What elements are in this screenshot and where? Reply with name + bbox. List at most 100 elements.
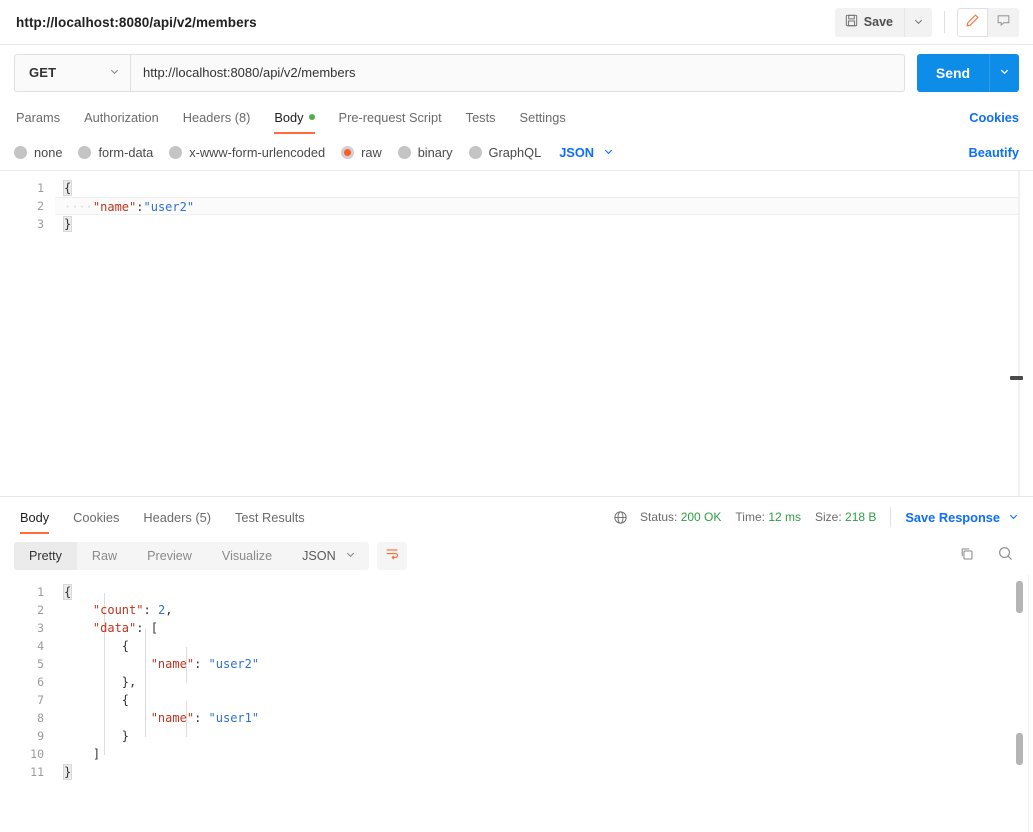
request-body-editor[interactable]: 1 2 3 { ····"name":"user2" }	[0, 170, 1033, 497]
send-button[interactable]: Send	[917, 53, 989, 92]
line-number: 1	[37, 181, 44, 195]
save-response-button[interactable]: Save Response	[905, 510, 1019, 525]
body-type-form-data-label: form-data	[98, 144, 154, 160]
json-colon: :	[194, 657, 202, 671]
response-format-select[interactable]: JSON	[287, 542, 369, 570]
response-tab-cookies[interactable]: Cookies	[61, 497, 131, 537]
response-code-lines[interactable]: { "count": 2, "data": [ { "name": "user2…	[55, 575, 1033, 781]
body-type-binary-label: binary	[417, 144, 453, 160]
postman-request-window: http://localhost:8080/api/v2/members Sav…	[0, 0, 1033, 832]
tab-tests-label: Tests	[465, 109, 496, 125]
body-type-raw[interactable]: raw	[341, 145, 382, 160]
response-format-label: JSON	[302, 549, 336, 563]
body-type-raw-label: raw	[361, 144, 382, 160]
edit-mode-button[interactable]	[957, 7, 988, 37]
save-dropdown-button[interactable]	[904, 7, 932, 37]
json-string-value: "user2"	[208, 657, 260, 671]
request-title: http://localhost:8080/api/v2/members	[16, 14, 257, 30]
time-value: 12 ms	[768, 510, 801, 524]
response-tab-body[interactable]: Body	[14, 497, 61, 537]
response-view-visualize[interactable]: Visualize	[207, 542, 287, 570]
body-type-none[interactable]: none	[14, 145, 62, 160]
request-code-lines[interactable]: { ····"name":"user2" }	[55, 171, 1033, 233]
body-type-row: none form-data x-www-form-urlencoded raw…	[0, 134, 1033, 170]
http-method-label: GET	[29, 65, 57, 80]
response-tab-headers[interactable]: Headers (5)	[131, 497, 223, 537]
status-label: Status:	[640, 510, 678, 524]
request-line-number-gutter: 1 2 3	[0, 171, 55, 233]
body-type-x-www-form-urlencoded-label: x-www-form-urlencoded	[189, 144, 326, 160]
response-tab-body-label: Body	[20, 509, 50, 525]
code-line: {	[55, 691, 1033, 709]
line-number: 6	[37, 675, 44, 689]
tab-pre-request-script[interactable]: Pre-request Script	[327, 100, 454, 134]
tab-pre-request-script-label: Pre-request Script	[338, 109, 442, 125]
response-body-viewer[interactable]: 1 2 3 4 5 6 7 8 9 10 11 { "count": 2, "d…	[0, 575, 1033, 832]
close-brace: }	[62, 764, 73, 780]
json-comma: ,	[165, 603, 173, 617]
time-badge: Time: 12 ms	[735, 510, 801, 524]
save-button[interactable]: Save	[834, 7, 904, 37]
json-colon: :	[136, 621, 144, 635]
response-view-raw[interactable]: Raw	[77, 542, 132, 570]
response-tab-test-results[interactable]: Test Results	[223, 497, 317, 537]
request-editor-scrollbar-thumb[interactable]	[1010, 376, 1023, 380]
tab-body[interactable]: Body	[262, 100, 326, 134]
response-view-pretty[interactable]: Pretty	[14, 542, 77, 570]
cookies-link[interactable]: Cookies	[969, 100, 1019, 134]
line-number: 5	[37, 657, 44, 671]
response-view-preview[interactable]: Preview	[132, 542, 207, 570]
http-method-select[interactable]: GET	[14, 53, 130, 92]
tab-params[interactable]: Params	[14, 100, 72, 134]
body-format-select[interactable]: JSON	[559, 145, 614, 160]
body-type-binary[interactable]: binary	[397, 144, 453, 160]
tab-headers[interactable]: Headers (8)	[171, 100, 263, 134]
chevron-down-icon	[109, 64, 120, 82]
line-number: 1	[37, 585, 44, 599]
copy-button[interactable]	[959, 546, 975, 567]
body-type-form-data[interactable]: form-data	[78, 145, 153, 160]
radio-selected-icon	[341, 145, 355, 159]
response-scrollbar-thumb-bottom[interactable]	[1016, 733, 1023, 765]
meta-divider	[890, 507, 892, 527]
line-number: 2	[37, 199, 44, 213]
response-meta: Status: 200 OK Time: 12 ms Size: 218 B S…	[613, 507, 1019, 527]
status-value: 200 OK	[680, 510, 722, 524]
size-label: Size:	[815, 510, 842, 524]
editor-scroll-rail[interactable]	[1019, 171, 1033, 496]
response-tab-bar: Body Cookies Headers (5) Test Results St…	[0, 497, 1033, 537]
body-type-x-www-form-urlencoded[interactable]: x-www-form-urlencoded	[169, 145, 325, 160]
chevron-down-icon	[1008, 510, 1019, 525]
top-bar: http://localhost:8080/api/v2/members Sav…	[0, 0, 1033, 45]
code-line: "data": [	[55, 619, 1033, 637]
body-type-graphql-label: GraphQL	[488, 144, 542, 160]
code-line: }	[55, 763, 1033, 781]
response-toolbar: Pretty Raw Preview Visualize JSON	[0, 537, 1033, 575]
send-dropdown-button[interactable]	[989, 53, 1019, 92]
line-number: 9	[37, 729, 44, 743]
tab-authorization[interactable]: Authorization	[72, 100, 171, 134]
body-type-none-label: none	[34, 144, 63, 160]
code-line: "name": "user2"	[55, 655, 1033, 673]
status-badge: Status: 200 OK	[640, 510, 721, 524]
tab-tests[interactable]: Tests	[454, 100, 508, 134]
request-url-input[interactable]	[130, 53, 905, 92]
json-close-bracket: ]	[92, 747, 101, 761]
body-type-graphql[interactable]: GraphQL	[468, 144, 542, 160]
open-brace: {	[62, 584, 73, 600]
word-wrap-button[interactable]	[376, 542, 407, 570]
comment-button[interactable]	[988, 7, 1019, 37]
response-toolbar-actions	[959, 545, 1019, 567]
response-scrollbar-thumb-top[interactable]	[1016, 581, 1023, 613]
view-mode-toggle	[957, 7, 1019, 37]
json-string-value: "user2"	[143, 200, 195, 214]
size-value: 218 B	[845, 510, 877, 524]
line-number: 3	[37, 621, 44, 635]
line-number: 11	[30, 765, 44, 779]
json-key: "data"	[92, 621, 137, 635]
request-tab-bar: Params Authorization Headers (8) Body Pr…	[0, 100, 1033, 134]
beautify-link[interactable]: Beautify	[969, 145, 1020, 160]
globe-icon	[613, 510, 628, 525]
search-button[interactable]	[997, 545, 1014, 567]
tab-settings[interactable]: Settings	[508, 100, 578, 134]
